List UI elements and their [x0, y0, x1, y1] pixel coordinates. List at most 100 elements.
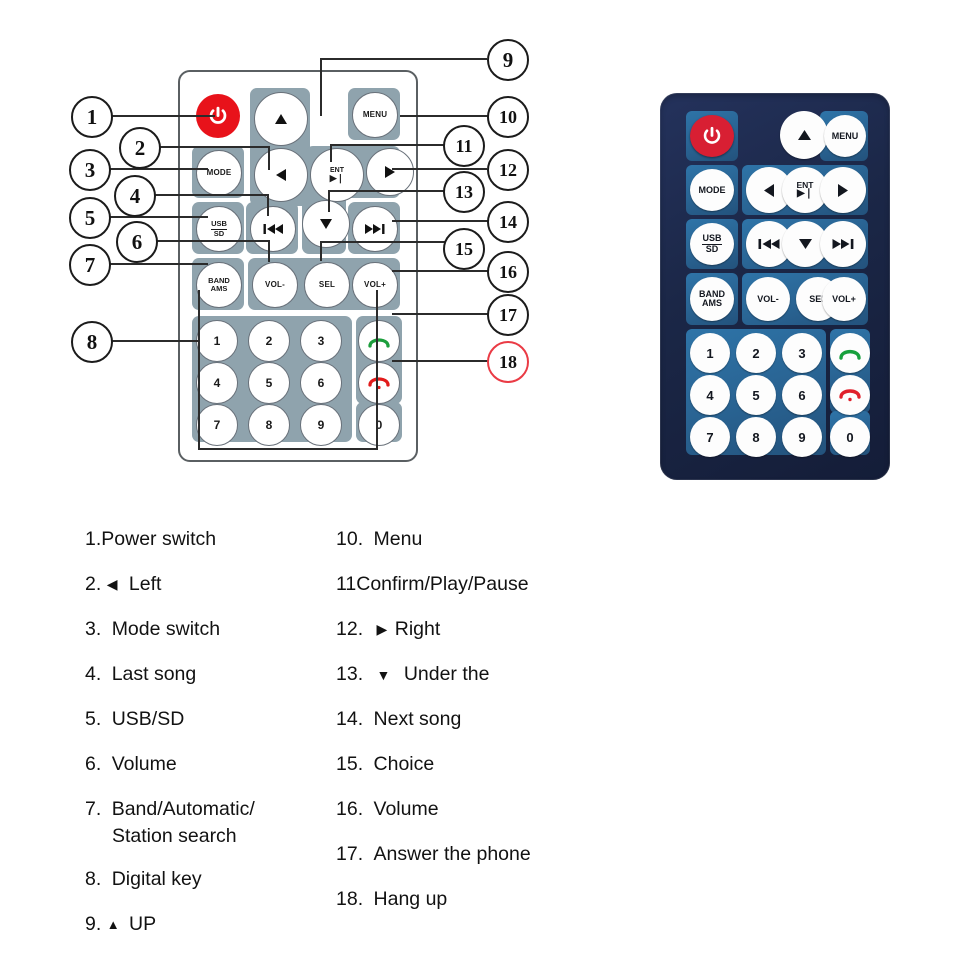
- callout-12[interactable]: 12: [487, 149, 529, 191]
- callout-13[interactable]: 13: [443, 171, 485, 213]
- callout-number: 1: [86, 104, 98, 129]
- previous-track-icon: [263, 224, 283, 234]
- callout-number: 4: [129, 183, 141, 208]
- callout-5[interactable]: 5: [69, 197, 111, 239]
- triangle-up-icon: [797, 130, 811, 140]
- photo-remote: MENU MODE ENT ▶❘ USB SD BAND AMS VOL- SE…: [660, 93, 890, 480]
- band-ams-button[interactable]: BAND AMS: [690, 277, 734, 321]
- callout-15[interactable]: 15: [443, 228, 485, 270]
- digit-2-button[interactable]: 2: [736, 333, 776, 373]
- previous-track-button[interactable]: [250, 206, 296, 252]
- legend-item-18: 18. Hang up: [336, 888, 447, 911]
- right-button[interactable]: [366, 148, 414, 196]
- digit-1-button[interactable]: 1: [196, 320, 238, 362]
- digit-8-button[interactable]: 8: [248, 404, 290, 446]
- legend-number: 11: [336, 573, 357, 595]
- digit-7-button[interactable]: 7: [196, 404, 238, 446]
- right-button[interactable]: [820, 167, 866, 213]
- digit-2-button[interactable]: 2: [248, 320, 290, 362]
- ams-label: AMS: [702, 298, 722, 308]
- mode-button[interactable]: MODE: [690, 169, 734, 211]
- digit-0-button[interactable]: 0: [358, 404, 400, 446]
- volume-up-button[interactable]: VOL+: [352, 262, 398, 308]
- previous-track-button[interactable]: [746, 221, 792, 267]
- digit-9-button[interactable]: 9: [782, 417, 822, 457]
- digit-4-button[interactable]: 4: [196, 362, 238, 404]
- digit-1-button[interactable]: 1: [690, 333, 730, 373]
- callout-9[interactable]: 9: [487, 39, 529, 81]
- leader-line-13: [328, 190, 446, 192]
- digit-4-button[interactable]: 4: [690, 375, 730, 415]
- digit-label: 3: [317, 334, 325, 348]
- callout-6[interactable]: 6: [116, 221, 158, 263]
- left-button[interactable]: [746, 167, 792, 213]
- mode-button[interactable]: MODE: [196, 150, 242, 196]
- callout-1[interactable]: 1: [71, 96, 113, 138]
- callout-number: 8: [86, 329, 98, 354]
- pplate-usbsd: [686, 219, 738, 269]
- callout-16[interactable]: 16: [487, 251, 529, 293]
- leader-line-5: [108, 216, 208, 218]
- digit-7-button[interactable]: 7: [690, 417, 730, 457]
- up-button[interactable]: [780, 111, 828, 159]
- digit-label: 6: [317, 376, 325, 390]
- digit-label: 7: [706, 429, 714, 445]
- volume-down-button[interactable]: VOL-: [252, 262, 298, 308]
- volume-up-button[interactable]: VOL+: [822, 277, 866, 321]
- band-ams-button[interactable]: BAND AMS: [196, 262, 242, 308]
- callout-7[interactable]: 7: [69, 244, 111, 286]
- digit-5-button[interactable]: 5: [736, 375, 776, 415]
- answer-call-button[interactable]: [830, 333, 870, 373]
- digit-label: 4: [213, 376, 221, 390]
- usb-sd-button[interactable]: USB SD: [690, 223, 734, 265]
- pplate-power: [686, 111, 738, 161]
- callout-3[interactable]: 3: [69, 149, 111, 191]
- digit-6-button[interactable]: 6: [300, 362, 342, 404]
- down-button[interactable]: [782, 221, 828, 267]
- legend-text: Volume: [373, 798, 439, 820]
- ent-play-pause-button[interactable]: ENT ▶❘: [782, 167, 828, 213]
- digit-5-button[interactable]: 5: [248, 362, 290, 404]
- digit-6-button[interactable]: 6: [782, 375, 822, 415]
- next-track-button[interactable]: [820, 221, 866, 267]
- answer-call-button[interactable]: [358, 320, 400, 362]
- digit-0-button[interactable]: 0: [830, 417, 870, 457]
- sel-button[interactable]: SEL: [796, 277, 840, 321]
- callout-number: 17: [499, 304, 517, 325]
- callout-2[interactable]: 2: [119, 127, 161, 169]
- menu-button[interactable]: MENU: [352, 92, 398, 138]
- leader-line-9-v: [320, 58, 322, 116]
- digit-label: 2: [752, 345, 760, 361]
- power-button[interactable]: [690, 115, 734, 157]
- callout-11[interactable]: 11: [443, 125, 485, 167]
- ent-play-pause-button[interactable]: ENT ▶❘: [310, 148, 364, 202]
- callout-4[interactable]: 4: [114, 175, 156, 217]
- leader-line-6: [155, 240, 270, 242]
- hangup-call-button[interactable]: [830, 375, 870, 415]
- digit-8-button[interactable]: 8: [736, 417, 776, 457]
- vol-plus-label: VOL+: [832, 293, 856, 304]
- phone-answer-icon: [368, 338, 390, 348]
- digit-3-button[interactable]: 3: [300, 320, 342, 362]
- digit-9-button[interactable]: 9: [300, 404, 342, 446]
- volume-down-button[interactable]: VOL-: [746, 277, 790, 321]
- callout-17[interactable]: 17: [487, 294, 529, 336]
- triangle-up-icon: ▲: [106, 917, 120, 933]
- menu-button[interactable]: MENU: [824, 115, 866, 157]
- digit-3-button[interactable]: 3: [782, 333, 822, 373]
- up-button[interactable]: [254, 92, 308, 146]
- leader-line-15: [320, 241, 446, 243]
- legend-number: 8.: [85, 868, 102, 890]
- sel-button[interactable]: SEL: [304, 262, 350, 308]
- sel-label: SEL: [809, 293, 827, 304]
- callout-18[interactable]: 18: [487, 341, 529, 383]
- callout-14[interactable]: 14: [487, 201, 529, 243]
- next-track-button[interactable]: [352, 206, 398, 252]
- pplate-zero: [830, 411, 870, 455]
- callout-8[interactable]: 8: [71, 321, 113, 363]
- legend-item-6: 6. Volume: [85, 753, 177, 776]
- usb-sd-button[interactable]: USB SD: [196, 206, 242, 252]
- legend-number: 6.: [85, 753, 102, 775]
- callout-10[interactable]: 10: [487, 96, 529, 138]
- hangup-call-button[interactable]: [358, 362, 400, 404]
